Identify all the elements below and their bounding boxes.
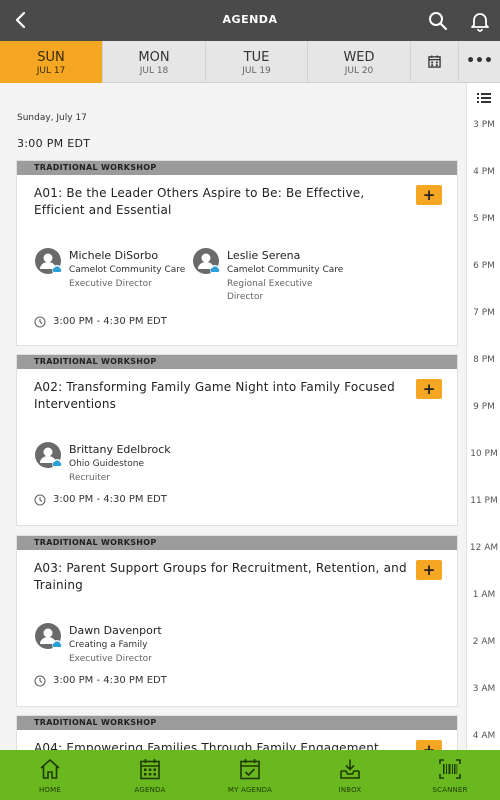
session-title[interactable]: A04: Empowering Families Through Family …: [34, 740, 414, 750]
avatar-icon: [35, 442, 62, 469]
time-rail[interactable]: 3 PM 4 PM 5 PM 6 PM 7 PM 8 PM 9 PM 10 PM 11 PM 12…: [466, 83, 500, 750]
tab-date-label: JUL 19: [242, 66, 271, 76]
time-rail-tick: 4 AM: [472, 731, 496, 741]
speaker-organization: Ohio Guidestone: [69, 459, 145, 469]
add-to-agenda-button[interactable]: +: [416, 560, 442, 580]
calendar-check-icon: [240, 759, 260, 780]
more-options-button[interactable]: •••: [459, 41, 500, 83]
calendar-picker-button[interactable]: [411, 41, 459, 83]
inbox-icon: [340, 759, 360, 779]
avatar-icon: [35, 248, 62, 275]
tab-day-label: WED: [343, 50, 375, 65]
time-rail-tick: 3 PM: [473, 120, 495, 130]
list-view-icon[interactable]: [476, 91, 492, 105]
clock-icon: [34, 675, 46, 687]
avatar-icon: [193, 248, 220, 275]
speaker-organization: Camelot Community Care: [227, 265, 344, 275]
day-tabs: SUN JUL 17 MON JUL 18 TUE JUL 19 WED JUL…: [0, 41, 500, 83]
speaker-name: Brittany Edelbrock: [69, 443, 171, 456]
session-title[interactable]: A01: Be the Leader Others Aspire to Be: …: [34, 185, 414, 219]
barcode-scanner-icon: [439, 759, 461, 779]
calendar-icon: [140, 759, 160, 780]
tab-day-label: SUN: [37, 50, 65, 65]
session-card[interactable]: TRADITIONAL WORKSHOP A01: Be the Leader …: [16, 160, 458, 346]
home-icon: [40, 758, 60, 779]
speaker-item[interactable]: Brittany Edelbrock Ohio Guidestone Recru…: [34, 441, 184, 491]
session-time-text: 3:00 PM - 4:30 PM EDT: [53, 316, 167, 327]
session-type-tag: TRADITIONAL WORKSHOP: [17, 716, 457, 730]
session-time-text: 3:00 PM - 4:30 PM EDT: [53, 494, 167, 505]
speaker-role: Executive Director: [69, 279, 152, 289]
tab-day-label: TUE: [243, 50, 270, 65]
add-to-agenda-button[interactable]: +: [416, 185, 442, 205]
tab-date-label: JUL 20: [344, 66, 374, 76]
session-card[interactable]: TRADITIONAL WORKSHOP A02: Transforming F…: [16, 354, 458, 526]
session-type-tag: TRADITIONAL WORKSHOP: [17, 161, 457, 175]
session-card[interactable]: TRADITIONAL WORKSHOP A03: Parent Support…: [16, 535, 458, 707]
tab-tue[interactable]: TUE JUL 19: [206, 41, 308, 83]
search-icon[interactable]: [427, 10, 449, 32]
time-rail-tick: 7 PM: [473, 308, 495, 318]
speaker-organization: Creating a Family: [69, 640, 148, 650]
session-type-tag: TRADITIONAL WORKSHOP: [17, 536, 457, 550]
clock-icon: [34, 494, 46, 506]
speaker-item[interactable]: Leslie Serena Camelot Community Care Reg…: [192, 247, 347, 309]
speaker-name: Leslie Serena: [227, 249, 301, 262]
time-rail-tick: 3 AM: [472, 684, 496, 694]
nav-inbox[interactable]: INBOX: [300, 750, 400, 800]
time-rail-tick: 6 PM: [473, 261, 495, 271]
time-rail-tick: 10 PM: [470, 449, 498, 459]
time-rail-tick: 8 PM: [473, 355, 495, 365]
nav-agenda[interactable]: AGENDA: [100, 750, 200, 800]
nav-label: AGENDA: [134, 786, 166, 794]
speaker-name: Dawn Davenport: [69, 624, 162, 637]
speaker-item[interactable]: Dawn Davenport Creating a Family Executi…: [34, 622, 184, 672]
tab-wed[interactable]: WED JUL 20: [308, 41, 411, 83]
time-rail-tick: 1 AM: [472, 590, 496, 600]
time-rail-tick: 2 AM: [472, 637, 496, 647]
speaker-role: Recruiter: [69, 473, 111, 483]
session-time-text: 3:00 PM - 4:30 PM EDT: [53, 675, 167, 686]
add-to-agenda-button[interactable]: +: [416, 740, 442, 750]
bell-icon[interactable]: [469, 10, 491, 32]
nav-label: INBOX: [338, 786, 362, 794]
speaker-role: Regional Executive Director: [227, 279, 313, 302]
day-heading: Sunday, July 17: [17, 113, 87, 123]
nav-home[interactable]: HOME: [0, 750, 100, 800]
time-rail-tick: 11 PM: [470, 496, 498, 506]
time-rail-tick: 12 AM: [469, 543, 499, 553]
app-header: AGENDA: [0, 0, 500, 41]
tab-date-label: JUL 17: [36, 66, 66, 76]
speaker-organization: Camelot Community Care: [69, 265, 186, 275]
calendar-icon: [428, 55, 441, 68]
time-rail-tick: 4 PM: [473, 167, 495, 177]
session-card[interactable]: TRADITIONAL WORKSHOP A04: Empowering Fam…: [16, 715, 458, 750]
time-rail-tick: 9 PM: [473, 402, 495, 412]
nav-my-agenda[interactable]: MY AGENDA: [200, 750, 300, 800]
page-title: AGENDA: [222, 13, 278, 26]
speaker-item[interactable]: Michele DiSorbo Camelot Community Care E…: [34, 247, 186, 297]
speaker-role: Executive Director: [69, 654, 152, 664]
tab-mon[interactable]: MON JUL 18: [103, 41, 206, 83]
clock-icon: [34, 316, 46, 328]
tab-day-label: MON: [138, 50, 170, 65]
avatar-icon: [35, 623, 62, 650]
tab-sun[interactable]: SUN JUL 17: [0, 41, 103, 83]
bottom-navigation: HOME AGENDA MY AGENDA INBOX SCANNER: [0, 750, 500, 800]
nav-label: SCANNER: [432, 786, 468, 794]
session-title[interactable]: A02: Transforming Family Game Night into…: [34, 379, 414, 413]
session-type-tag: TRADITIONAL WORKSHOP: [17, 355, 457, 369]
add-to-agenda-button[interactable]: +: [416, 379, 442, 399]
time-rail-tick: 5 PM: [473, 214, 495, 224]
nav-label: HOME: [38, 786, 62, 794]
nav-label: MY AGENDA: [227, 786, 273, 794]
agenda-list[interactable]: Sunday, July 17 3:00 PM EDT TRADITIONAL …: [0, 83, 466, 750]
tab-date-label: JUL 18: [139, 66, 169, 76]
session-title[interactable]: A03: Parent Support Groups for Recruitme…: [34, 560, 414, 594]
nav-scanner[interactable]: SCANNER: [400, 750, 500, 800]
time-group-heading: 3:00 PM EDT: [17, 137, 91, 150]
speaker-name: Michele DiSorbo: [69, 249, 159, 262]
